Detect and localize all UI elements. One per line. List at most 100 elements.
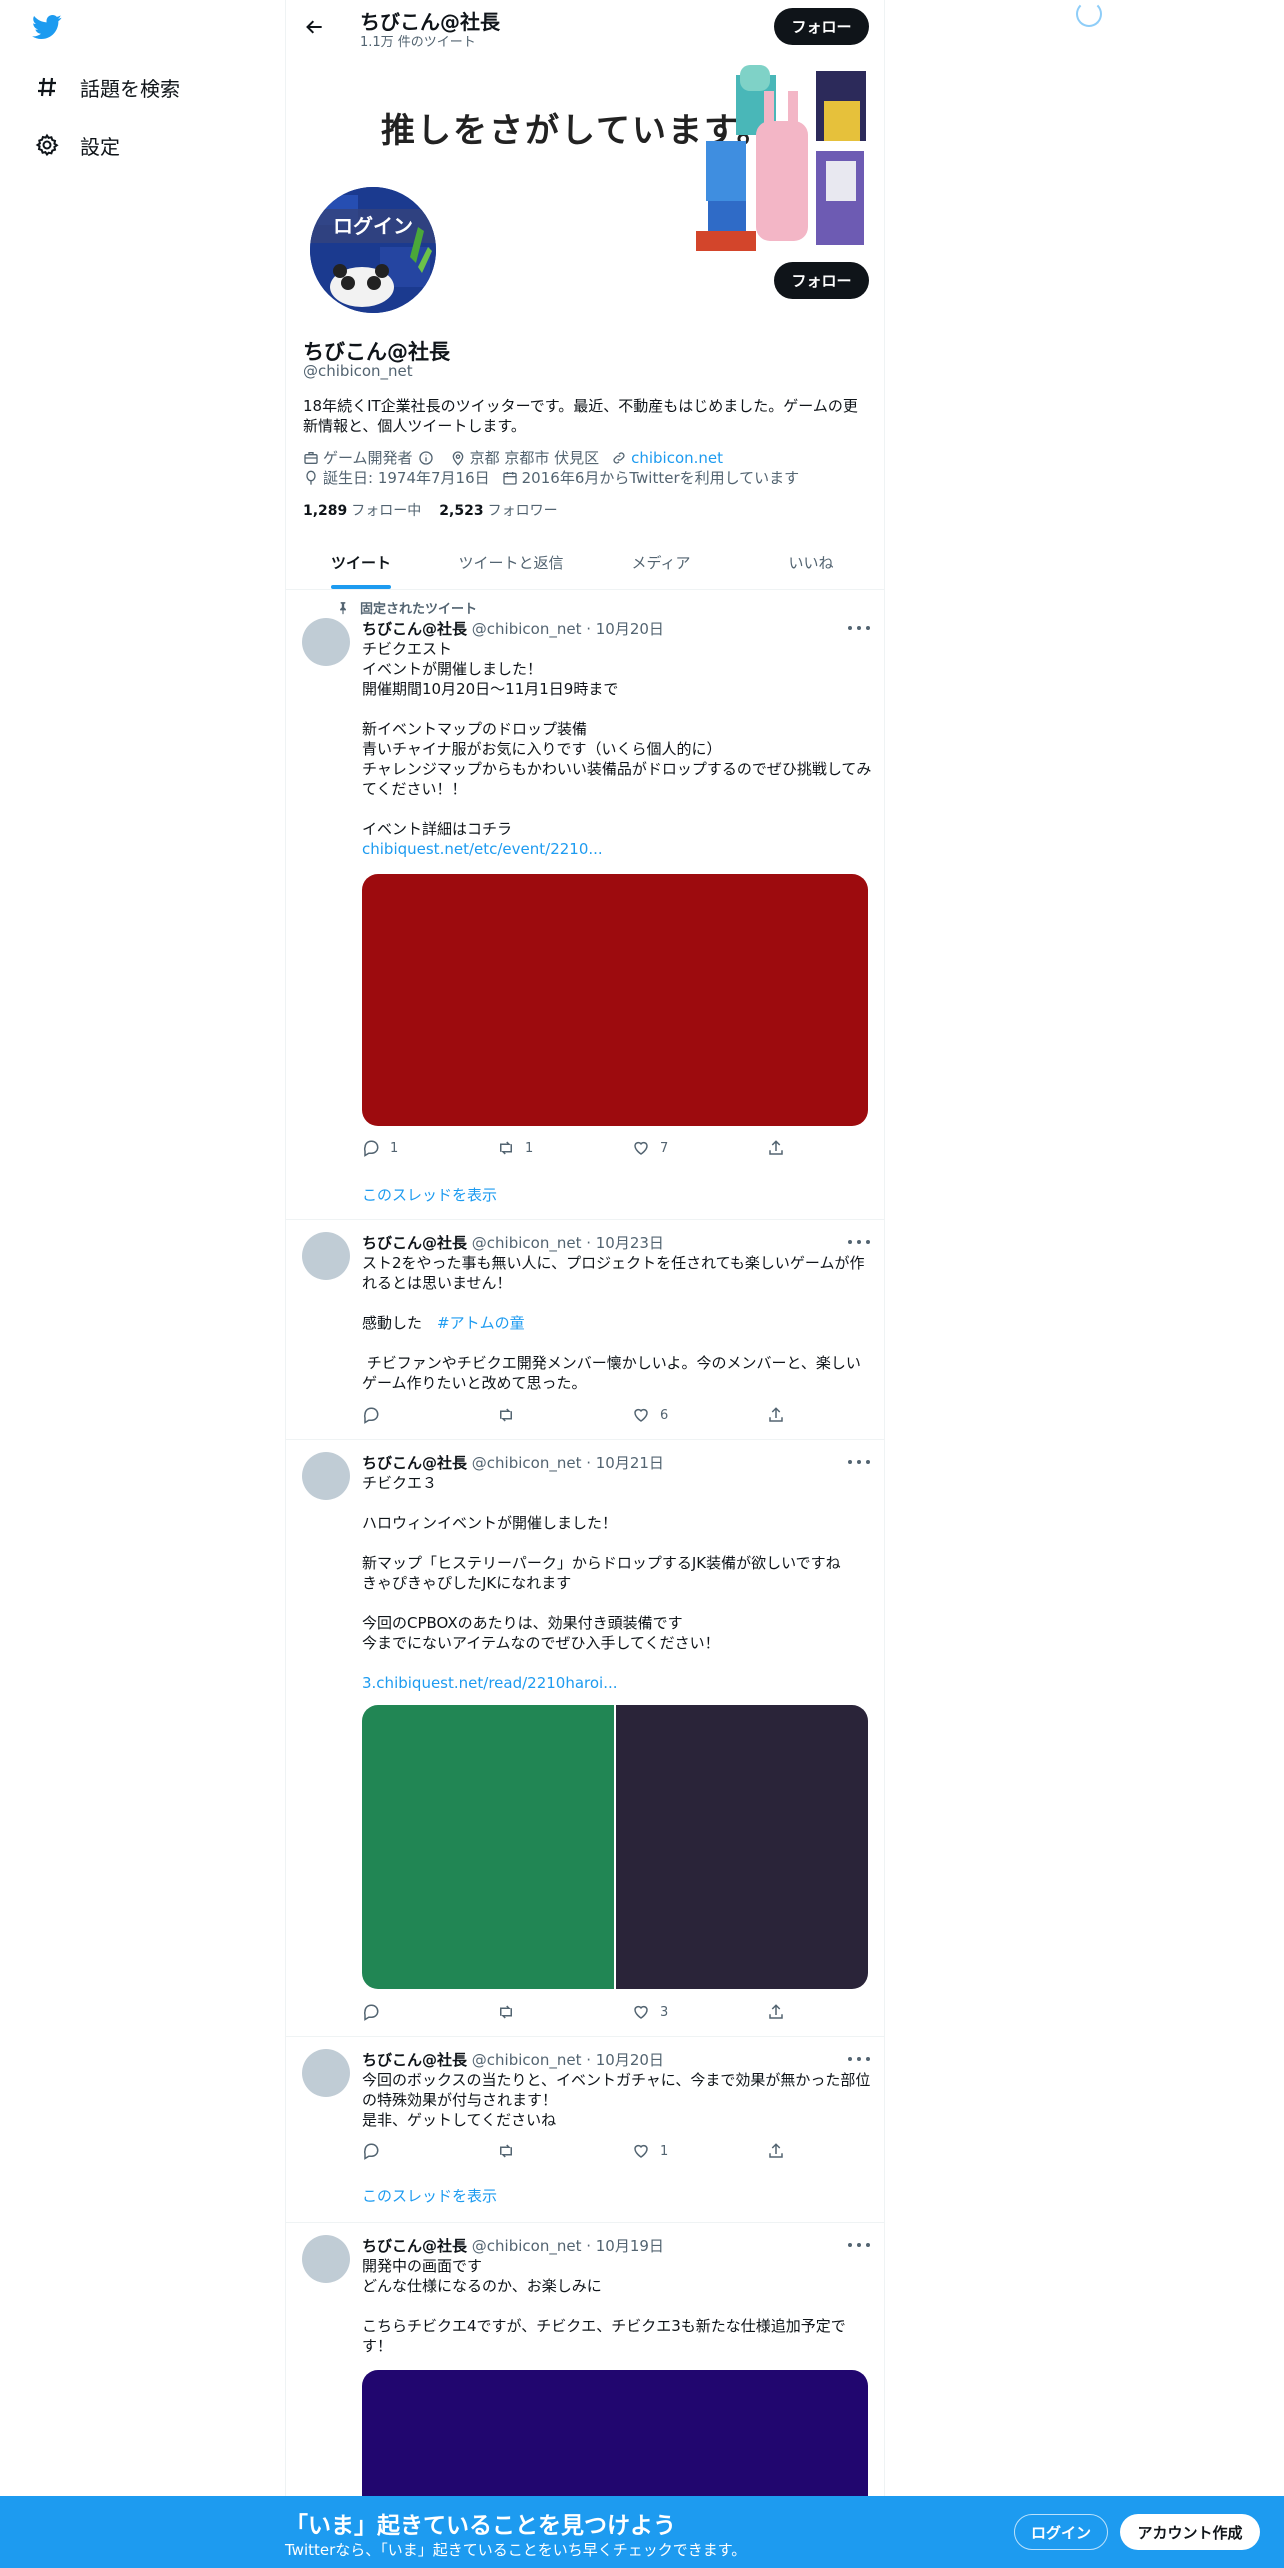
show-thread-link[interactable]: このスレッドを表示	[362, 2185, 497, 2206]
more-options-icon[interactable]	[848, 1237, 870, 1247]
retweet-icon	[500, 2005, 512, 2019]
reply-button[interactable]: 1	[362, 1139, 398, 1157]
tweet-author-name[interactable]: ちびこん@社長	[362, 2237, 467, 2255]
tweet-avatar[interactable]	[302, 1232, 350, 1280]
profile-bio: 18年続くIT企業社長のツイッターです。最近、不動産もはじめました。ゲームの更新…	[303, 397, 858, 435]
share-button[interactable]	[767, 1406, 795, 1424]
heart-icon	[634, 1408, 648, 1422]
retweet-button[interactable]: 1	[497, 1139, 533, 1157]
hashtag-link[interactable]: #アトムの童	[437, 1314, 525, 1332]
tweet-avatar[interactable]	[302, 2049, 350, 2097]
share-icon	[769, 2143, 783, 2158]
tweet-actions: 6	[362, 1406, 802, 1426]
more-options-icon[interactable]	[848, 2054, 870, 2064]
retweet-button[interactable]	[497, 1406, 525, 1424]
tab-tweets-and-replies[interactable]: ツイートと返信	[436, 535, 586, 589]
tweet-author-name[interactable]: ちびこん@社長	[362, 1234, 467, 1252]
media-image[interactable]	[362, 874, 868, 1126]
profile-follow-button[interactable]: フォロー	[774, 262, 869, 299]
tweet-media[interactable]	[362, 874, 868, 1126]
tweet[interactable]: ちびこん@社長 @chibicon_net · 10月20日 今回のボックスの当…	[286, 2037, 884, 2223]
tweet-author-name[interactable]: ちびこん@社長	[362, 620, 467, 638]
heart-icon	[634, 2005, 648, 2019]
reply-icon	[363, 1407, 379, 1424]
link-icon	[613, 451, 625, 464]
retweet-button[interactable]	[497, 2142, 525, 2160]
tweet-media[interactable]	[362, 2370, 868, 2500]
tweet-header: ちびこん@社長 @chibicon_net · 10月20日	[362, 2049, 664, 2070]
profile-avatar[interactable]: ログイン	[306, 183, 440, 317]
heart-icon	[634, 2144, 648, 2158]
profile-meta-row-2: 誕生日: 1974年7月16日 2016年6月からTwitterを利用しています	[303, 467, 811, 488]
tweet-avatar[interactable]	[302, 2235, 350, 2283]
like-button[interactable]: 1	[632, 2142, 668, 2160]
retweet-icon	[500, 1141, 512, 1155]
profile-handle: @chibicon_net	[303, 362, 413, 380]
following-stat[interactable]: 1,289 フォロー中	[303, 500, 421, 520]
followers-stat[interactable]: 2,523 フォロワー	[439, 500, 557, 520]
profile-joined: 2016年6月からTwitterを利用しています	[502, 467, 799, 488]
heart-icon	[634, 1141, 648, 1155]
tweet-media[interactable]	[362, 1705, 868, 1989]
login-button[interactable]: ログイン	[1014, 2514, 1108, 2550]
reply-button[interactable]	[362, 2003, 390, 2021]
banner-characters-image	[696, 65, 866, 251]
info-icon[interactable]	[418, 450, 434, 466]
tweet[interactable]: ちびこん@社長 @chibicon_net · 10月23日 スト2をやった事も…	[286, 1220, 884, 1440]
bottom-bar-title: 「いま」起きていることを見つけよう	[285, 2513, 676, 2539]
share-button[interactable]	[767, 1139, 795, 1157]
loading-spinner-icon	[1076, 1, 1102, 27]
reply-button[interactable]	[362, 1406, 390, 1424]
tab-tweets[interactable]: ツイート	[286, 535, 436, 589]
reply-button[interactable]	[362, 2142, 390, 2160]
tweet-meta: @chibicon_net · 10月21日	[471, 1454, 664, 1472]
like-button[interactable]: 6	[632, 1406, 668, 1424]
nav-item-explore[interactable]: 話題を検索	[34, 67, 180, 107]
main-column: ちびこん@社長 1.1万 件のツイート フォロー 推しをさがしています。 ログイ…	[285, 0, 885, 2500]
follow-stats: 1,289 フォロー中 2,523 フォロワー	[303, 500, 558, 520]
nav-item-settings[interactable]: 設定	[34, 125, 120, 165]
profile-meta-row-1: ゲーム開発者 京都 京都市 伏見区 chibicon.net	[303, 447, 735, 468]
more-options-icon[interactable]	[848, 623, 870, 633]
tweet-text-continued: チビファンやチビクエ開発メンバー懐かしいよ。今のメンバーと、楽しいゲーム作りたい…	[362, 1354, 861, 1392]
share-button[interactable]	[767, 2003, 795, 2021]
active-tab-indicator	[331, 585, 391, 589]
tweet[interactable]: ちびこん@社長 @chibicon_net · 10月21日 チビクエ３ ハロウ…	[286, 1440, 884, 2037]
back-arrow-icon[interactable]	[300, 12, 330, 42]
tweet-link[interactable]: 3.chibiquest.net/read/2210haroi...	[362, 1673, 872, 1693]
tweet-actions: 1	[362, 2142, 802, 2162]
website-link[interactable]: chibicon.net	[631, 449, 723, 467]
tweet-text: スト2をやった事も無い人に、プロジェクトを任されても楽しいゲームが作れるとは思い…	[362, 1254, 865, 1332]
media-image[interactable]	[362, 2370, 868, 2500]
profile-website[interactable]: chibicon.net	[611, 449, 723, 467]
tweet-header: ちびこん@社長 @chibicon_net · 10月21日	[362, 1452, 664, 1473]
tweet-author-name[interactable]: ちびこん@社長	[362, 2051, 467, 2069]
tweet-avatar[interactable]	[302, 1452, 350, 1500]
profile-birthday: 誕生日: 1974年7月16日	[303, 467, 490, 488]
header-follow-button[interactable]: フォロー	[774, 8, 869, 45]
reply-icon	[363, 2143, 379, 2160]
tweet-avatar[interactable]	[302, 618, 350, 666]
tweet[interactable]: ちびこん@社長 @chibicon_net · 10月19日 開発中の画面です …	[286, 2223, 884, 2500]
like-button[interactable]: 3	[632, 2003, 668, 2021]
like-button[interactable]: 7	[632, 1139, 668, 1157]
tweet-link[interactable]: chibiquest.net/etc/event/2210...	[362, 839, 872, 859]
media-image[interactable]	[616, 1705, 868, 1989]
share-icon	[769, 2004, 783, 2019]
tweet-meta: @chibicon_net · 10月19日	[471, 2237, 664, 2255]
signup-button[interactable]: アカウント作成	[1120, 2514, 1260, 2550]
more-options-icon[interactable]	[848, 1457, 870, 1467]
retweet-button[interactable]	[497, 2003, 525, 2021]
more-options-icon[interactable]	[848, 2240, 870, 2250]
tweet[interactable]: 固定されたツイート ちびこん@社長 @chibicon_net · 10月20日…	[286, 590, 884, 1220]
tab-likes[interactable]: いいね	[736, 535, 884, 589]
show-thread-link[interactable]: このスレッドを表示	[362, 1184, 497, 1205]
retweet-icon	[500, 1408, 512, 1422]
share-icon	[769, 1407, 783, 1422]
tab-media[interactable]: メディア	[586, 535, 736, 589]
share-button[interactable]	[767, 2142, 795, 2160]
tweet-author-name[interactable]: ちびこん@社長	[362, 1454, 467, 1472]
twitter-logo-icon[interactable]	[30, 12, 66, 46]
avatar-text: ログイン	[333, 214, 413, 238]
media-image[interactable]	[362, 1705, 614, 1989]
